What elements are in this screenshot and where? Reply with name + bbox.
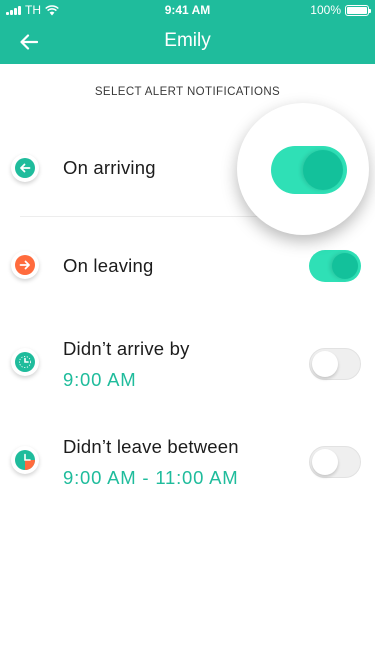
clock-icon xyxy=(15,352,35,372)
didnt-leave-toggle[interactable] xyxy=(309,446,361,478)
arrow-left-circle-icon xyxy=(15,158,35,178)
alert-label: On arriving xyxy=(63,157,156,178)
alert-time-range: 9:00 AM - 11:00 AM xyxy=(63,467,239,488)
alert-label: Didn’t leave between xyxy=(63,436,239,457)
alert-label: Didn’t arrive by xyxy=(63,338,190,359)
toggle-knob xyxy=(312,449,338,475)
on-arriving-toggle[interactable] xyxy=(271,146,347,194)
alert-label: On leaving xyxy=(63,255,154,276)
divider xyxy=(20,216,290,217)
battery-percent: 100% xyxy=(310,3,341,17)
status-right: 100% xyxy=(310,3,371,17)
alert-icon-wrapper xyxy=(11,348,39,376)
alert-time: 9:00 AM xyxy=(63,369,137,390)
alert-icon-wrapper xyxy=(11,154,39,182)
didnt-arrive-toggle[interactable] xyxy=(309,348,361,380)
status-bar: TH 9:41 AM 100% xyxy=(0,0,375,20)
battery-icon xyxy=(345,4,371,16)
toggle-knob xyxy=(303,150,343,190)
arrow-right-circle-icon xyxy=(15,255,35,275)
nav-bar: Emily xyxy=(0,20,375,64)
alert-icon-wrapper xyxy=(11,446,39,474)
page-title: Emily xyxy=(164,30,211,51)
on-leaving-toggle[interactable] xyxy=(309,250,361,282)
time-range-icon xyxy=(15,450,35,470)
alert-icon-wrapper xyxy=(11,251,39,279)
toggle-knob xyxy=(312,351,338,377)
toggle-knob xyxy=(332,253,358,279)
app-header: TH 9:41 AM 100% Emily xyxy=(0,0,375,64)
section-title: SELECT ALERT NOTIFICATIONS xyxy=(94,86,281,98)
